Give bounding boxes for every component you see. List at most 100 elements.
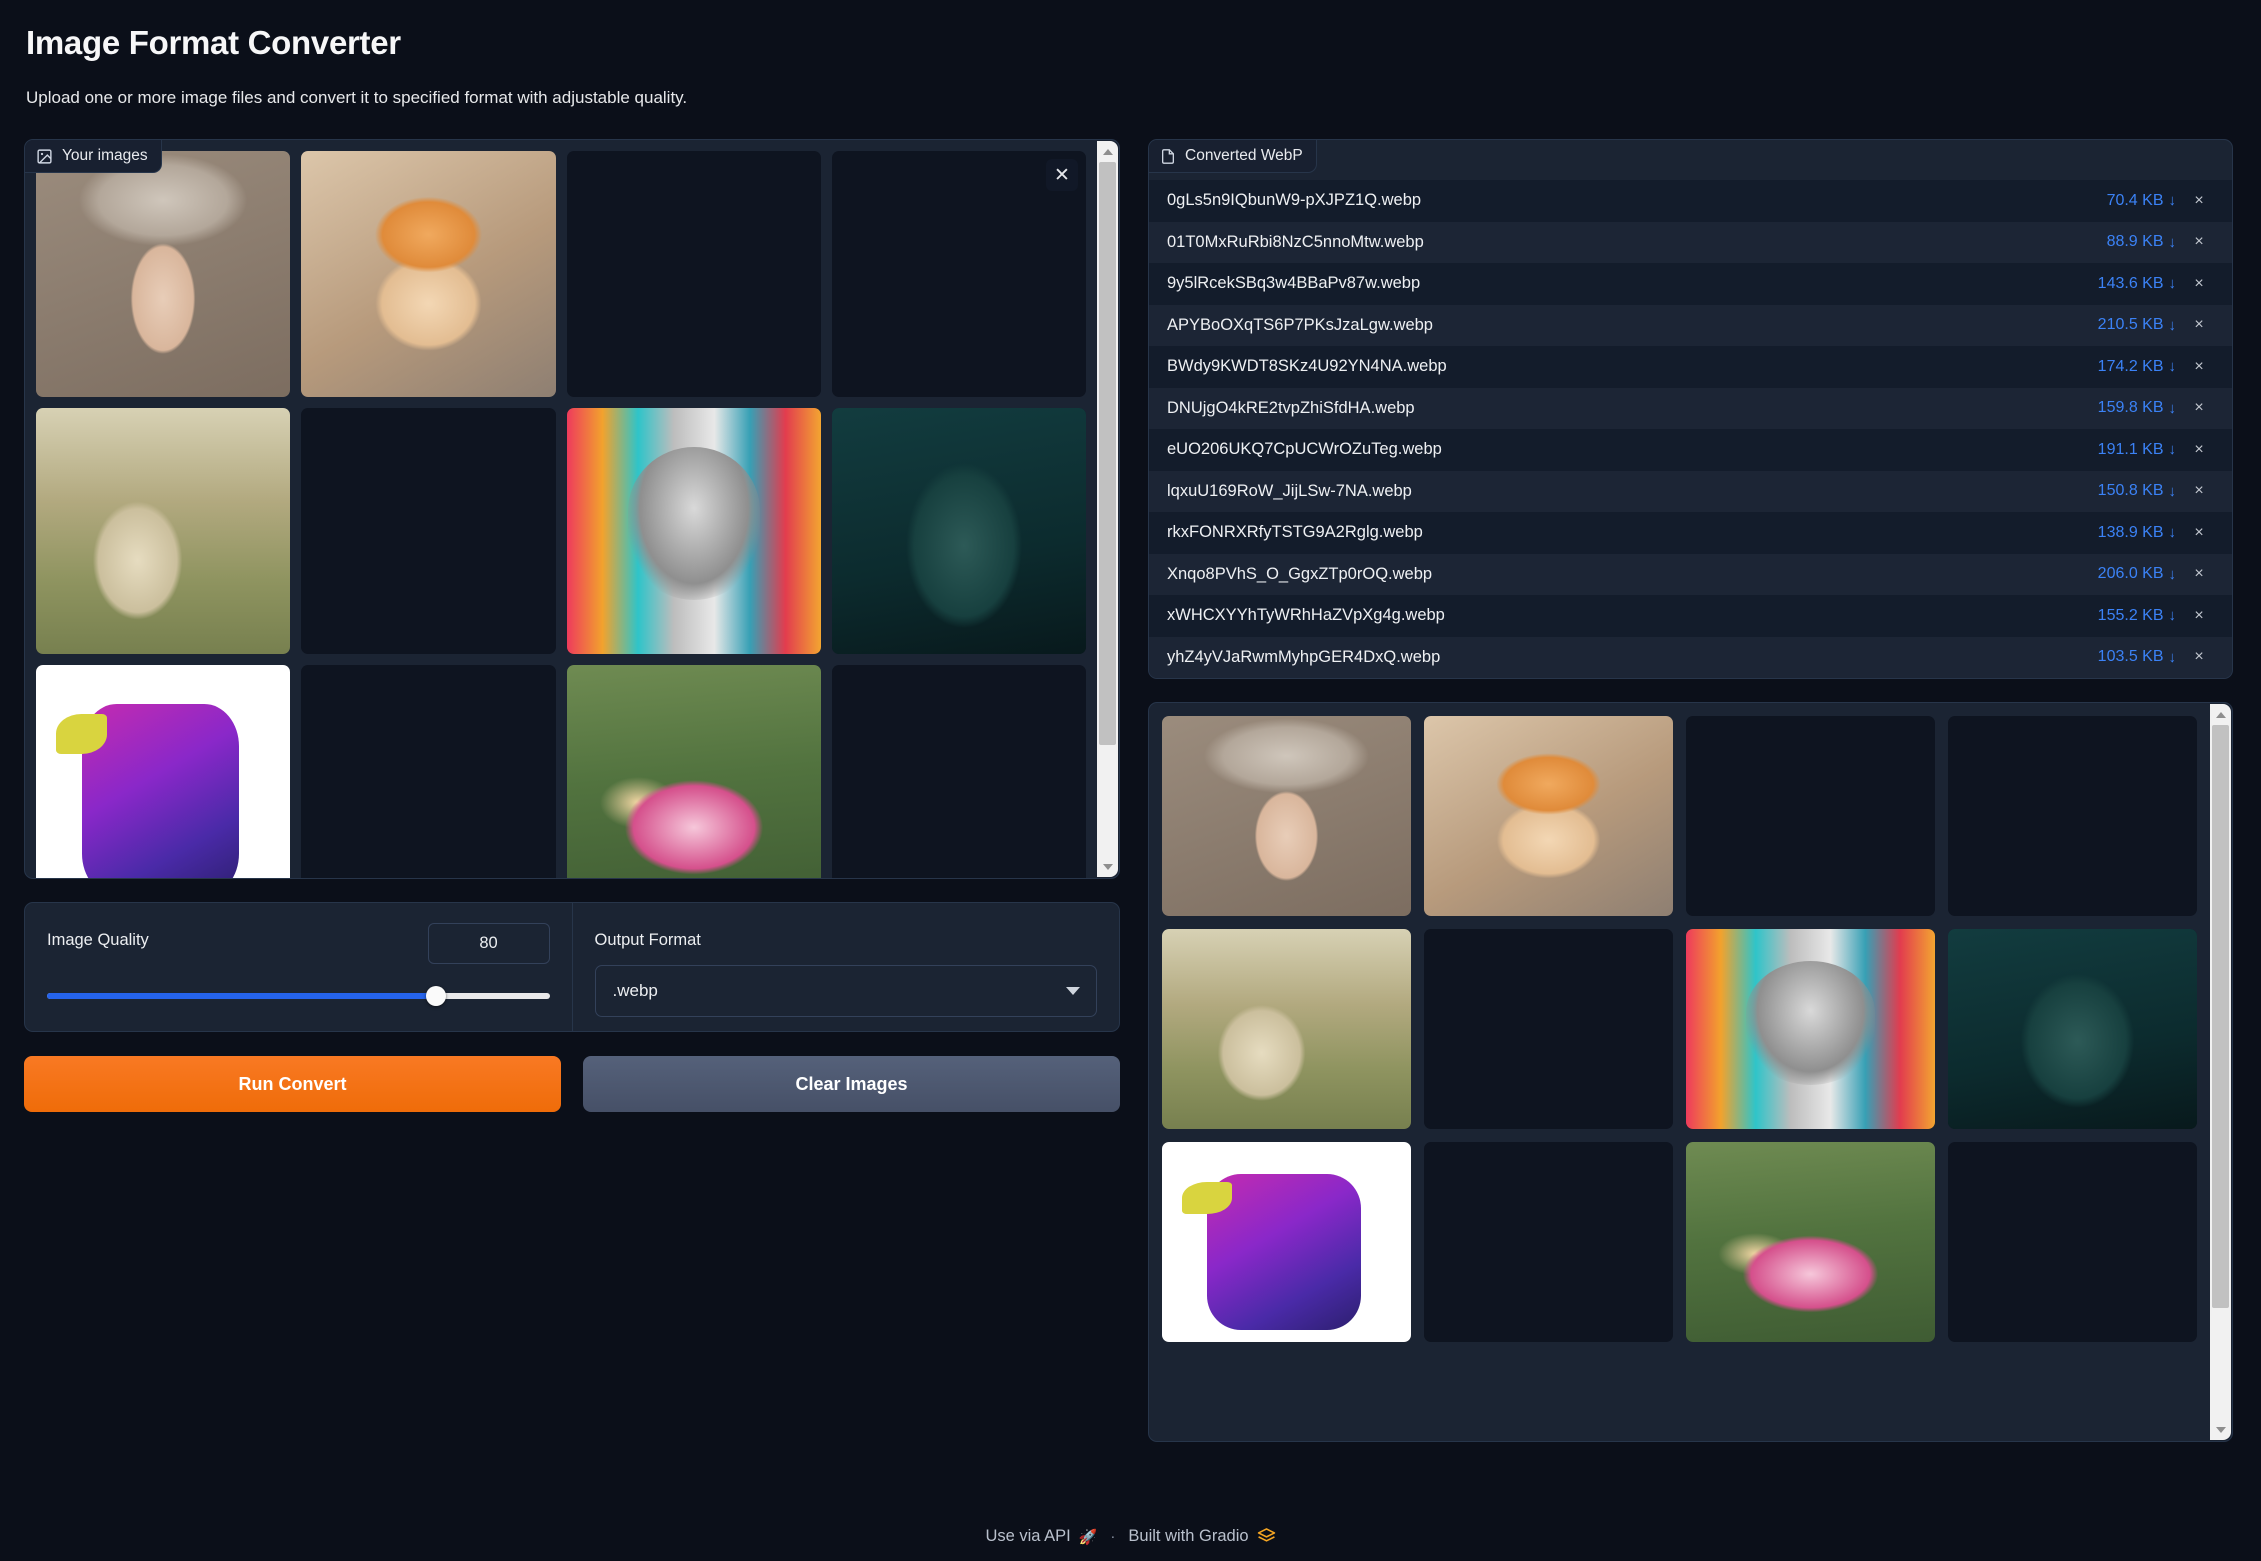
input-gallery-item[interactable] bbox=[832, 665, 1086, 878]
input-gallery-item[interactable] bbox=[36, 408, 290, 654]
file-row[interactable]: APYBoOXqTS6P7PKsJzaLgw.webp210.5 KB↓× bbox=[1149, 305, 2232, 347]
download-arrow-icon[interactable]: ↓ bbox=[2169, 359, 2177, 374]
file-row[interactable]: 9y5lRcekSBq3w4BBaPv87w.webp143.6 KB↓× bbox=[1149, 263, 2232, 305]
input-gallery-item[interactable] bbox=[567, 408, 821, 654]
quality-slider[interactable] bbox=[47, 986, 550, 1006]
remove-file-button[interactable]: × bbox=[2182, 648, 2216, 666]
remove-file-button[interactable]: × bbox=[2182, 275, 2216, 293]
remove-file-button[interactable]: × bbox=[2182, 524, 2216, 542]
scrollbar-thumb[interactable] bbox=[1099, 162, 1116, 745]
file-download-link[interactable]: 210.5 KB↓ bbox=[2098, 316, 2176, 334]
file-download-link[interactable]: 150.8 KB↓ bbox=[2098, 482, 2176, 500]
file-download-link[interactable]: 143.6 KB↓ bbox=[2098, 275, 2176, 293]
file-row[interactable]: rkxFONRXRfyTSTG9A2Rglg.webp138.9 KB↓× bbox=[1149, 512, 2232, 554]
file-row[interactable]: eUO206UKQ7CpUCWrOZuTeg.webp191.1 KB↓× bbox=[1149, 429, 2232, 471]
chevron-down-icon[interactable] bbox=[1066, 987, 1080, 995]
remove-file-button[interactable]: × bbox=[2182, 441, 2216, 459]
file-download-link[interactable]: 159.8 KB↓ bbox=[2098, 399, 2176, 417]
input-gallery-item[interactable] bbox=[567, 665, 821, 878]
file-row[interactable]: DNUjgO4kRE2tvpZhiSfdHA.webp159.8 KB↓ × bbox=[1149, 388, 2232, 430]
file-download-link[interactable]: 155.2 KB↓ bbox=[2098, 607, 2176, 625]
input-gallery-item[interactable] bbox=[301, 408, 555, 654]
remove-file-button[interactable]: × bbox=[2182, 192, 2216, 210]
scrollbar-track[interactable] bbox=[1097, 162, 1118, 856]
output-gallery-item[interactable] bbox=[1686, 716, 1935, 916]
file-row[interactable]: xWHCXYYhTyWRhHaZVpXg4g.webp155.2 KB↓× bbox=[1149, 595, 2232, 637]
download-arrow-icon[interactable]: ↓ bbox=[2169, 567, 2177, 582]
output-gallery-item[interactable] bbox=[1948, 716, 2197, 916]
scroll-down-arrow-icon[interactable] bbox=[2210, 1419, 2231, 1440]
built-with-gradio-link[interactable]: Built with Gradio bbox=[1128, 1527, 1275, 1546]
file-row[interactable]: yhZ4yVJaRwmMyhpGER4DxQ.webp103.5 KB↓× bbox=[1149, 637, 2232, 679]
download-arrow-icon[interactable]: ↓ bbox=[2169, 235, 2177, 250]
output-format-value: .webp bbox=[613, 981, 658, 1001]
download-arrow-icon[interactable]: ↓ bbox=[2169, 650, 2177, 665]
output-gallery-item[interactable] bbox=[1424, 929, 1673, 1129]
file-size-label: 191.1 KB bbox=[2098, 441, 2164, 459]
output-gallery-item[interactable] bbox=[1424, 1142, 1673, 1342]
remove-file-button[interactable]: × bbox=[2182, 233, 2216, 251]
scrollbar-track[interactable] bbox=[2210, 725, 2231, 1419]
download-arrow-icon[interactable]: ↓ bbox=[2169, 525, 2177, 540]
download-arrow-icon[interactable]: ↓ bbox=[2169, 318, 2177, 333]
file-name: DNUjgO4kRE2tvpZhiSfdHA.webp bbox=[1167, 399, 2098, 418]
input-gallery-item[interactable] bbox=[301, 665, 555, 878]
input-gallery-item[interactable] bbox=[36, 151, 290, 397]
output-gallery-item[interactable] bbox=[1162, 716, 1411, 916]
output-gallery-item[interactable] bbox=[1948, 929, 2197, 1129]
quality-number-input[interactable]: 80 bbox=[428, 923, 550, 964]
file-row[interactable]: BWdy9KWDT8SKz4U92YN4NA.webp174.2 KB↓× bbox=[1149, 346, 2232, 388]
slider-handle[interactable] bbox=[426, 986, 446, 1006]
file-download-link[interactable]: 174.2 KB↓ bbox=[2098, 358, 2176, 376]
file-download-link[interactable]: 103.5 KB↓ bbox=[2098, 648, 2176, 666]
scroll-up-arrow-icon[interactable] bbox=[2210, 704, 2231, 725]
download-arrow-icon[interactable]: ↓ bbox=[2169, 608, 2177, 623]
remove-file-button[interactable]: × bbox=[2182, 399, 2216, 417]
download-arrow-icon[interactable]: ↓ bbox=[2169, 442, 2177, 457]
remove-file-button[interactable]: × bbox=[2182, 482, 2216, 500]
file-download-link[interactable]: 206.0 KB↓ bbox=[2098, 565, 2176, 583]
scroll-up-arrow-icon[interactable] bbox=[1097, 141, 1118, 162]
file-size-label: 138.9 KB bbox=[2098, 524, 2164, 542]
remove-file-button[interactable]: × bbox=[2182, 607, 2216, 625]
output-gallery-scrollbar[interactable] bbox=[2210, 704, 2231, 1440]
scroll-down-arrow-icon[interactable] bbox=[1097, 856, 1118, 877]
file-row[interactable]: 01T0MxRuRbi8NzC5nnoMtw.webp88.9 KB↓× bbox=[1149, 222, 2232, 264]
input-gallery-item[interactable] bbox=[301, 151, 555, 397]
use-via-api-link[interactable]: Use via API 🚀 bbox=[985, 1527, 1097, 1546]
file-download-link[interactable]: 70.4 KB↓ bbox=[2107, 192, 2176, 210]
download-arrow-icon[interactable]: ↓ bbox=[2169, 401, 2177, 416]
file-row[interactable]: Xnqo8PVhS_O_GgxZTp0rOQ.webp206.0 KB↓× bbox=[1149, 554, 2232, 596]
output-gallery-item[interactable] bbox=[1686, 929, 1935, 1129]
file-row[interactable]: 0gLs5n9IQbunW9-pXJPZ1Q.webp70.4 KB↓× bbox=[1149, 180, 2232, 222]
file-download-link[interactable]: 191.1 KB ↓ bbox=[2098, 441, 2176, 459]
output-gallery-item[interactable] bbox=[1686, 1142, 1935, 1342]
remove-file-button[interactable]: × bbox=[2182, 316, 2216, 334]
input-gallery[interactable]: Your images ✕ bbox=[24, 139, 1120, 879]
input-gallery-scrollbar[interactable] bbox=[1097, 141, 1118, 877]
output-gallery-item[interactable] bbox=[1162, 1142, 1411, 1342]
input-gallery-item[interactable] bbox=[832, 408, 1086, 654]
run-convert-button[interactable]: Run Convert bbox=[24, 1056, 561, 1112]
close-icon[interactable]: ✕ bbox=[1046, 159, 1078, 191]
output-gallery-item[interactable] bbox=[1424, 716, 1673, 916]
input-gallery-item[interactable] bbox=[36, 665, 290, 878]
output-format-dropdown[interactable]: .webp bbox=[595, 965, 1098, 1017]
download-arrow-icon[interactable]: ↓ bbox=[2169, 193, 2177, 208]
remove-file-button[interactable]: × bbox=[2182, 358, 2216, 376]
download-arrow-icon[interactable]: ↓ bbox=[2169, 276, 2177, 291]
scrollbar-thumb[interactable] bbox=[2212, 725, 2229, 1308]
download-arrow-icon[interactable]: ↓ bbox=[2169, 484, 2177, 499]
file-row[interactable]: lqxuU169RoW_JijLSw-7NA.webp150.8 KB↓× bbox=[1149, 471, 2232, 513]
clear-images-button[interactable]: Clear Images bbox=[583, 1056, 1120, 1112]
remove-file-button[interactable]: × bbox=[2182, 565, 2216, 583]
file-download-link[interactable]: 138.9 KB ↓ bbox=[2098, 524, 2176, 542]
file-download-link[interactable]: 88.9 KB↓ bbox=[2107, 233, 2176, 251]
rocket-icon: 🚀 bbox=[1079, 1528, 1098, 1546]
input-gallery-item[interactable]: ✕ bbox=[832, 151, 1086, 397]
output-gallery-item[interactable] bbox=[1948, 1142, 2197, 1342]
input-gallery-item[interactable] bbox=[567, 151, 821, 397]
output-gallery[interactable] bbox=[1148, 702, 2233, 1442]
output-gallery-grid bbox=[1149, 703, 2210, 1355]
output-gallery-item[interactable] bbox=[1162, 929, 1411, 1129]
